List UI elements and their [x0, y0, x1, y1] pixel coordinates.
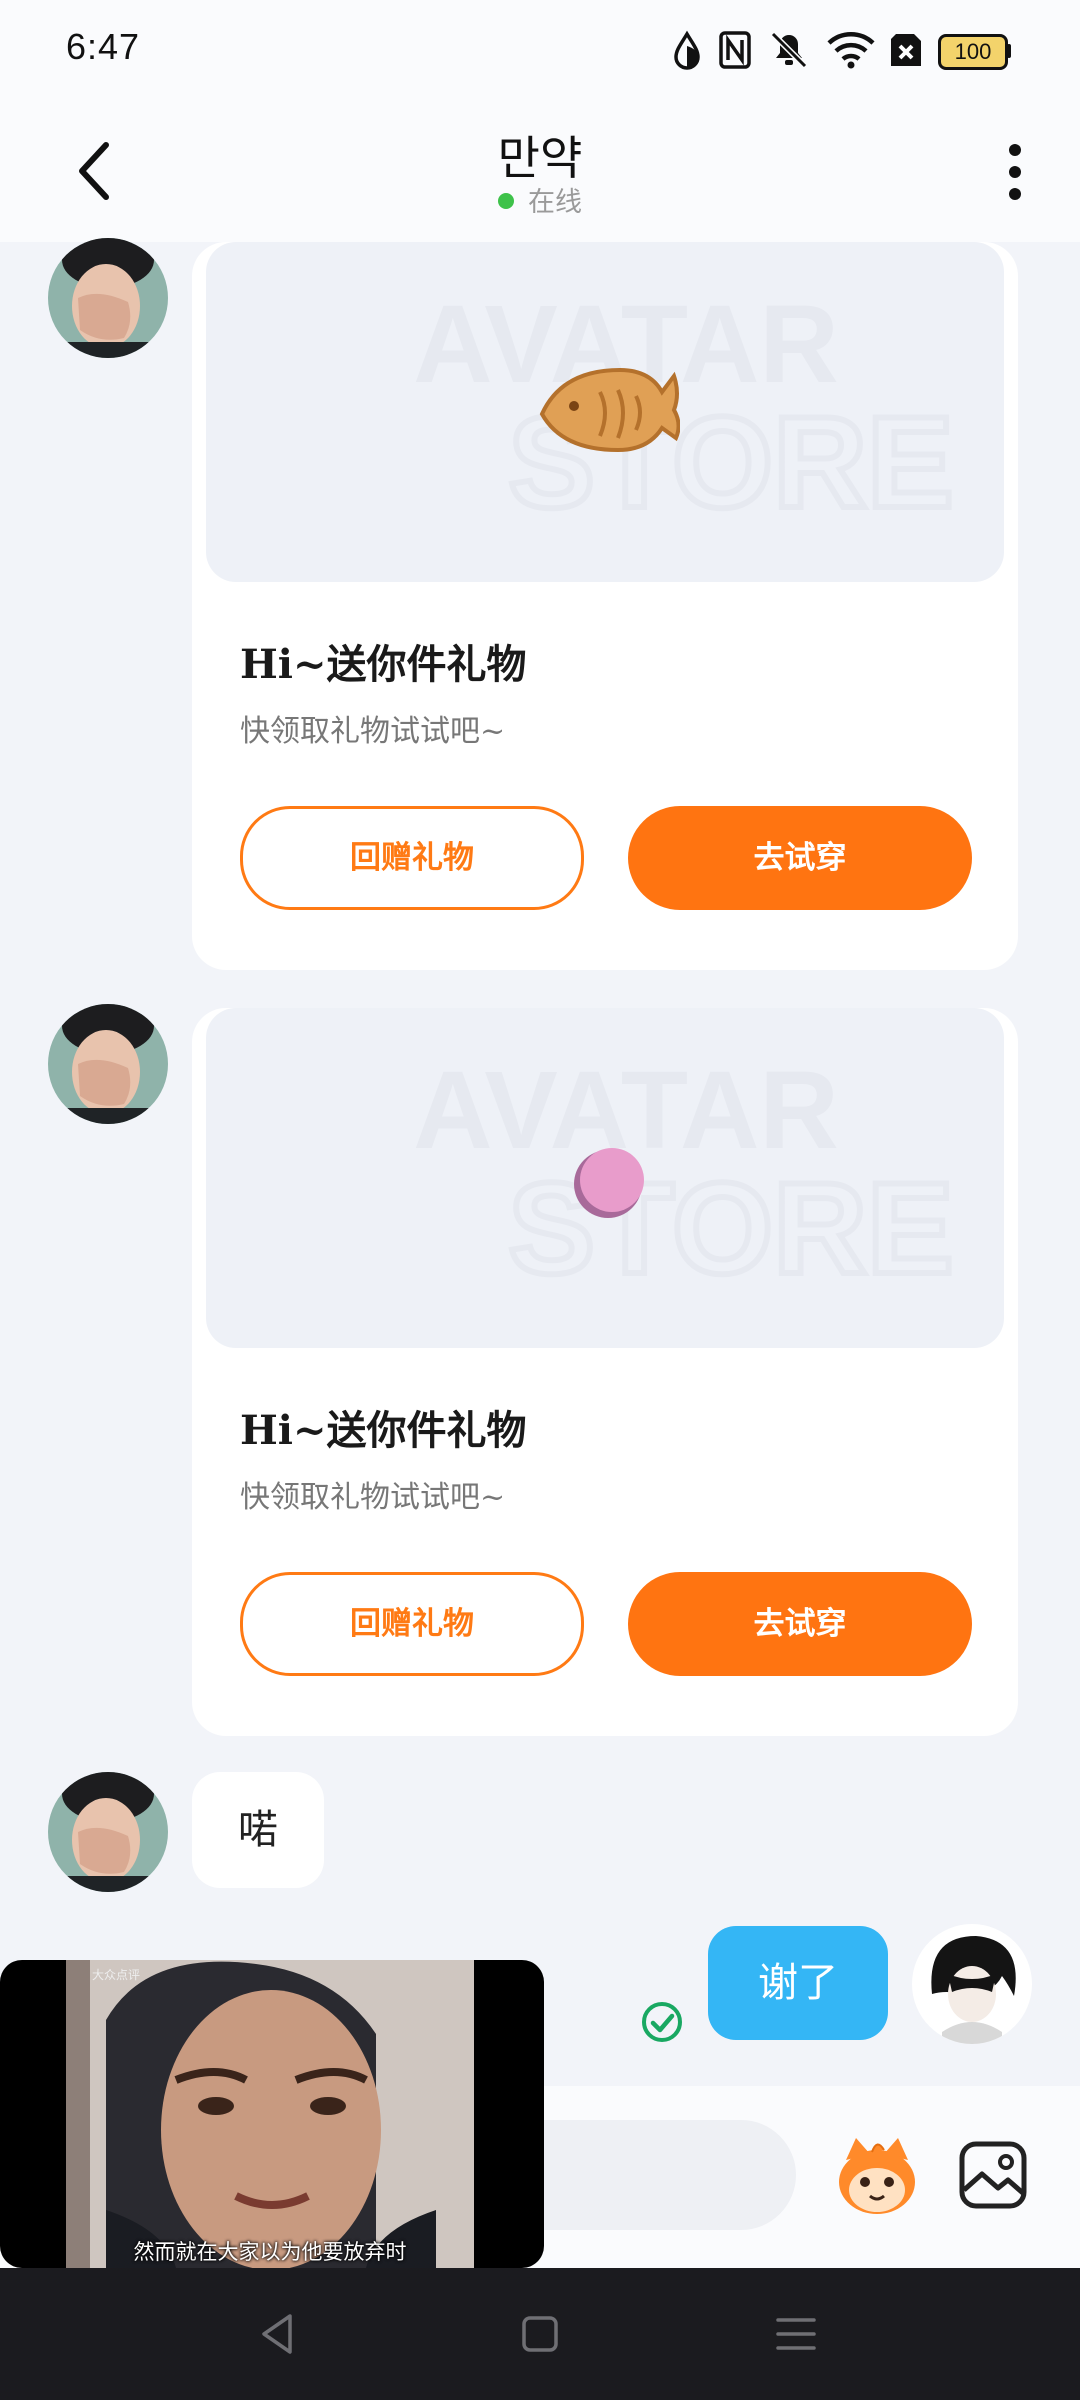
- presence-status: 在线: [340, 180, 740, 219]
- data-saver-icon: [674, 30, 700, 70]
- contact-avatar[interactable]: [48, 238, 168, 358]
- contact-name: 만약: [497, 132, 583, 184]
- mute-vibrate-icon: [770, 31, 808, 69]
- mascot-sticker-icon[interactable]: [832, 2130, 922, 2220]
- contact-avatar[interactable]: [48, 1772, 168, 1892]
- gift-subtitle: 快领取礼物试试吧~: [240, 714, 506, 749]
- return-gift-button[interactable]: 回赠礼物: [240, 806, 584, 910]
- battery-icon: 100: [938, 34, 1008, 70]
- incoming-message-bubble[interactable]: 喏: [192, 1772, 324, 1888]
- return-gift-button[interactable]: 回赠礼物: [240, 1572, 584, 1676]
- wifi-icon: [827, 32, 875, 69]
- no-sim-icon: [891, 34, 921, 66]
- video-frame: [66, 1960, 474, 2268]
- home-square-icon[interactable]: [512, 2306, 568, 2362]
- video-subtitle: 然而就在大家以为他要放弃时: [133, 2241, 407, 2264]
- nfc-icon: [719, 31, 751, 69]
- try-on-button[interactable]: 去试穿: [628, 806, 972, 910]
- gift-subtitle: 快领取礼物试试吧~: [240, 1480, 506, 1515]
- outgoing-message-bubble[interactable]: 谢了: [708, 1926, 888, 2040]
- gift-card[interactable]: AVATAR STORE Hi~送你件礼物 快领取礼物试试吧~ 回赠礼物 去试穿: [192, 242, 1018, 970]
- gift-title: Hi~送你件礼物: [240, 1407, 527, 1454]
- chevron-left-icon[interactable]: [60, 135, 132, 207]
- online-dot-icon: [498, 193, 514, 209]
- back-triangle-icon[interactable]: [250, 2306, 306, 2362]
- gift-card[interactable]: AVATAR STORE Hi~送你件礼物 快领取礼物试试吧~ 回赠礼物 去试穿: [192, 1008, 1018, 1736]
- video-person-image: [66, 1960, 474, 2268]
- recents-menu-icon[interactable]: [768, 2306, 824, 2362]
- battery-tip: [1007, 44, 1011, 58]
- pink-ball-icon: [574, 1148, 644, 1218]
- gift-title: Hi~送你件礼物: [240, 641, 527, 688]
- clock: 6:47: [66, 26, 141, 67]
- my-avatar[interactable]: [912, 1924, 1032, 2044]
- image-icon[interactable]: [958, 2140, 1028, 2210]
- video-source-tag: 大众点评: [92, 1968, 141, 1982]
- gift-preview: AVATAR STORE: [206, 242, 1004, 582]
- presence-label: 在线: [528, 187, 582, 217]
- pip-video-player[interactable]: 大众点评 然而就在大家以为他要放弃时: [0, 1960, 544, 2268]
- contact-avatar[interactable]: [48, 1004, 168, 1124]
- read-check-icon: [642, 2002, 682, 2042]
- more-vertical-icon[interactable]: [995, 140, 1035, 204]
- try-on-button[interactable]: 去试穿: [628, 1572, 972, 1676]
- gift-preview: AVATAR STORE: [206, 1008, 1004, 1348]
- fish-cracker-icon: [539, 367, 680, 453]
